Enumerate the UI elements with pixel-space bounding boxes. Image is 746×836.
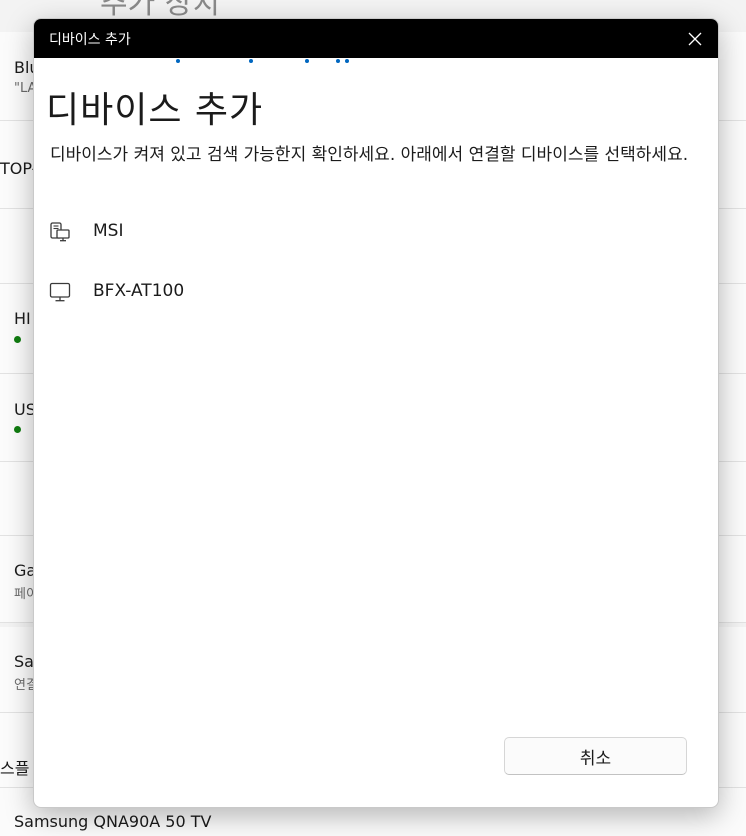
dialog-title-bar[interactable]: 디바이스 추가 — [34, 19, 718, 58]
progress-dot — [176, 59, 180, 63]
background-row-label: Samsung QNA90A 50 TV — [14, 812, 212, 831]
connected-status-dot — [14, 336, 21, 343]
add-device-dialog: 디바이스 추가 디바이스 추가 디바이스가 켜져 있고 검색 가능한지 확인하세… — [33, 18, 719, 808]
dialog-instruction: 디바이스가 켜져 있고 검색 가능한지 확인하세요. 아래에서 연결할 디바이스… — [50, 145, 689, 165]
device-name: BFX-AT100 — [93, 281, 185, 301]
progress-dot — [345, 59, 349, 63]
progress-dot — [336, 59, 340, 63]
dialog-window-title: 디바이스 추가 — [49, 32, 131, 48]
cancel-button[interactable]: 취소 — [504, 737, 687, 775]
background-row-label: TOP- — [0, 159, 38, 178]
background-row-label: HI — [14, 309, 31, 328]
progress-dot — [249, 59, 253, 63]
monitor-icon — [49, 282, 71, 302]
background-row-label: Sa — [14, 652, 34, 671]
computer-phone-icon — [50, 222, 70, 242]
connected-status-dot — [14, 426, 21, 433]
device-name: MSI — [93, 221, 124, 241]
close-icon — [688, 32, 702, 45]
dialog-heading: 디바이스 추가 — [46, 90, 264, 131]
device-item-bfx-at100[interactable]: BFX-AT100 — [34, 267, 718, 317]
progress-dot — [305, 59, 309, 63]
device-item-msi[interactable]: MSI — [34, 207, 718, 257]
close-button[interactable] — [672, 19, 718, 58]
background-row-label: 스플 — [0, 759, 30, 778]
